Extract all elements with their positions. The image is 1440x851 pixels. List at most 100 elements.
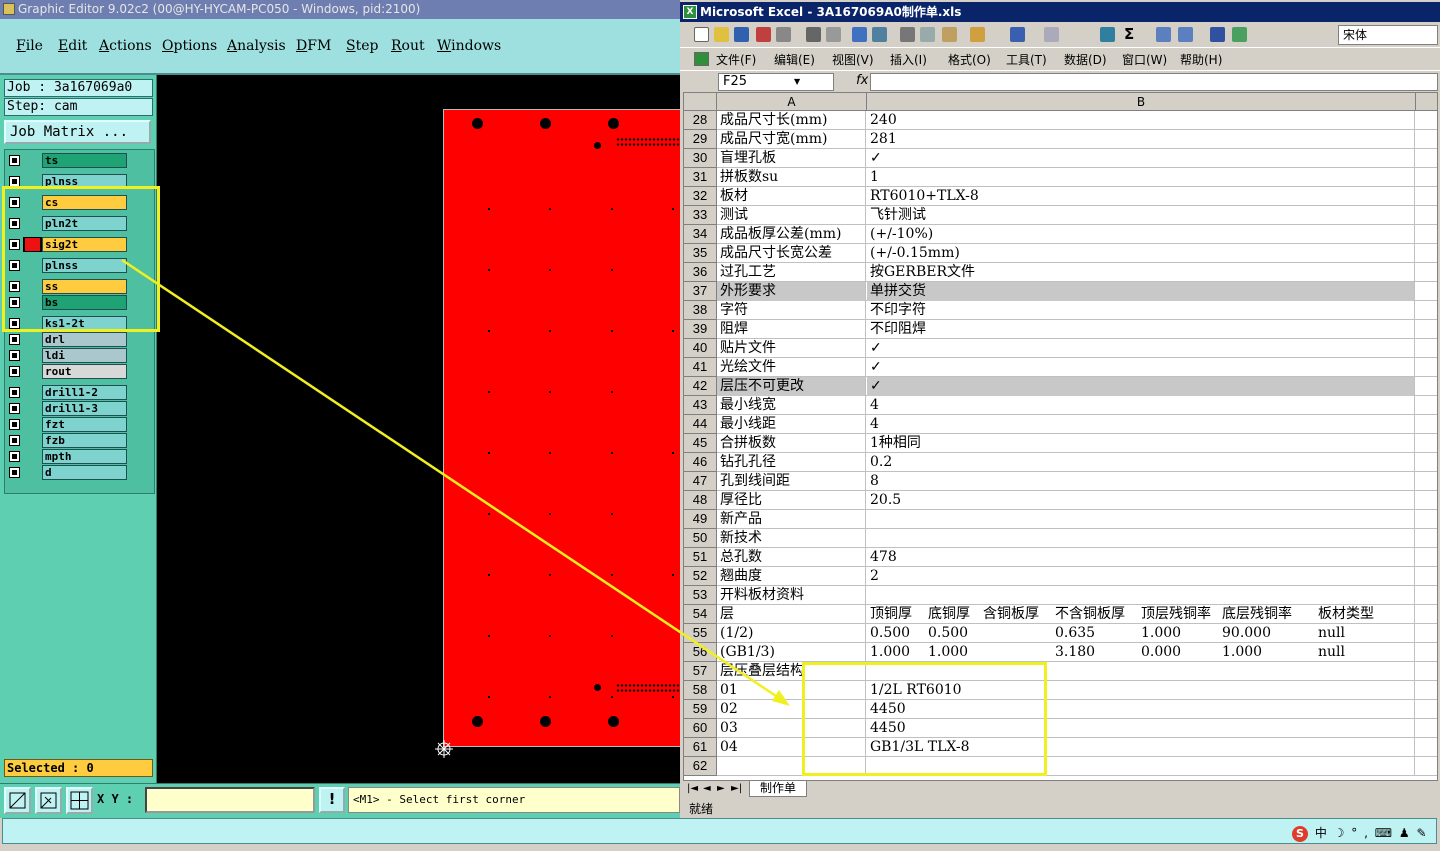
- cell-a[interactable]: 新技术: [717, 529, 866, 548]
- menu-rout[interactable]: Rout: [391, 38, 425, 54]
- row-header[interactable]: 46: [684, 453, 717, 472]
- cell-b[interactable]: 1: [867, 168, 1415, 187]
- cell-b[interactable]: 240: [867, 111, 1415, 130]
- cell-b[interactable]: 按GERBER文件: [867, 263, 1415, 282]
- layer-checkbox[interactable]: [9, 419, 20, 430]
- menu-view-cn[interactable]: 视图(V): [832, 51, 874, 68]
- row-header[interactable]: 31: [684, 168, 717, 187]
- cell-b[interactable]: 4: [867, 396, 1415, 415]
- cell-b[interactable]: (+/-0.15mm): [867, 244, 1415, 263]
- name-box-dropdown-icon[interactable]: ▼: [794, 77, 800, 86]
- row-header[interactable]: 29: [684, 130, 717, 149]
- research-icon[interactable]: [872, 27, 887, 42]
- cell-b[interactable]: 0.2: [867, 453, 1415, 472]
- cell-a[interactable]: 字符: [717, 301, 866, 320]
- drawing-icon[interactable]: [1232, 27, 1247, 42]
- fx-icon[interactable]: fx: [856, 73, 868, 88]
- row-header[interactable]: 28: [684, 111, 717, 130]
- layer-row[interactable]: ts: [7, 153, 127, 168]
- layer-row[interactable]: drill1-2: [7, 385, 127, 400]
- formula-input[interactable]: [870, 73, 1438, 91]
- cell-b[interactable]: ✓: [867, 377, 1415, 396]
- cell-b[interactable]: 不印字符: [867, 301, 1415, 320]
- print-icon[interactable]: [806, 27, 821, 42]
- cell-b[interactable]: 飞针测试: [867, 206, 1415, 225]
- layer-checkbox[interactable]: [9, 451, 20, 462]
- cell-a[interactable]: 过孔工艺: [717, 263, 866, 282]
- menu-data-cn[interactable]: 数据(D): [1064, 51, 1107, 68]
- layer-checkbox[interactable]: [9, 467, 20, 478]
- cell-a[interactable]: 拼板数su: [717, 168, 866, 187]
- row-header[interactable]: 47: [684, 472, 717, 491]
- layer-row[interactable]: fzb: [7, 433, 127, 448]
- worksheet-grid[interactable]: A B 28 成品尺寸长(mm) 240 29 成品尺寸宽(mm) 281 30 盲埋孔板 ✓ 3…: [683, 92, 1438, 781]
- sort-asc-icon[interactable]: [1156, 27, 1171, 42]
- cell-b[interactable]: ✓: [867, 149, 1415, 168]
- layer-name[interactable]: drl: [42, 332, 127, 347]
- layer-name[interactable]: drill1-2: [42, 385, 127, 400]
- cell-a[interactable]: 最小线距: [717, 415, 866, 434]
- row-header[interactable]: 41: [684, 358, 717, 377]
- cell-a[interactable]: 厚径比: [717, 491, 866, 510]
- row-header[interactable]: 33: [684, 206, 717, 225]
- email-icon[interactable]: [776, 27, 791, 42]
- row-header[interactable]: 38: [684, 301, 717, 320]
- cell-a[interactable]: 翘曲度: [717, 567, 866, 586]
- cell-b[interactable]: RT6010+TLX-8: [867, 187, 1415, 206]
- cell-a[interactable]: 新产品: [717, 510, 866, 529]
- zoom-tool-button[interactable]: [4, 787, 31, 814]
- cell-a[interactable]: 阻焊: [717, 320, 866, 339]
- grid-button[interactable]: [66, 787, 93, 814]
- layer-row[interactable]: ldi: [7, 348, 127, 363]
- row-header[interactable]: 62: [684, 757, 717, 776]
- layer-row[interactable]: drill1-3: [7, 401, 127, 416]
- user-icon[interactable]: ♟: [1399, 826, 1410, 840]
- layer-checkbox[interactable]: [9, 350, 20, 361]
- row-header[interactable]: 58: [684, 681, 717, 700]
- sheet-tab-active[interactable]: 制作单: [749, 781, 808, 797]
- ime-chinese[interactable]: 中: [1315, 826, 1327, 840]
- layer-checkbox[interactable]: [9, 334, 20, 345]
- menu-edit[interactable]: Edit: [58, 38, 87, 54]
- ime-moon-icon[interactable]: ☽: [1334, 826, 1345, 840]
- menu-windows[interactable]: Windows: [437, 38, 501, 54]
- first-sheet-icon[interactable]: |◄: [687, 783, 698, 794]
- layer-name[interactable]: ts: [42, 153, 127, 168]
- row-header[interactable]: 44: [684, 415, 717, 434]
- row-header[interactable]: 48: [684, 491, 717, 510]
- row-header[interactable]: 53: [684, 586, 717, 605]
- cell-b[interactable]: 0.500 0.500 0.635 1.000 90.000 null: [867, 624, 1415, 643]
- cell-a[interactable]: 成品尺寸长(mm): [717, 111, 866, 130]
- menu-step[interactable]: Step: [346, 38, 378, 54]
- layer-name[interactable]: fzb: [42, 433, 127, 448]
- spelling-icon[interactable]: [852, 27, 867, 42]
- hyperlink-icon[interactable]: [1100, 27, 1115, 42]
- layer-row[interactable]: drl: [7, 332, 127, 347]
- layer-checkbox[interactable]: [9, 155, 20, 166]
- layer-name[interactable]: ldi: [42, 348, 127, 363]
- cell-a[interactable]: (1/2): [717, 624, 866, 643]
- job-matrix-button[interactable]: Job Matrix ...: [4, 120, 151, 144]
- next-sheet-icon[interactable]: ►: [717, 783, 725, 794]
- row-header[interactable]: 45: [684, 434, 717, 453]
- row-header[interactable]: 54: [684, 605, 717, 624]
- layer-row[interactable]: mpth: [7, 449, 127, 464]
- keyboard-icon[interactable]: ⌨: [1375, 826, 1392, 840]
- cell-b[interactable]: 4: [867, 415, 1415, 434]
- alert-button[interactable]: !: [319, 787, 345, 813]
- cell-a[interactable]: 钻孔孔径: [717, 453, 866, 472]
- layer-checkbox[interactable]: [9, 403, 20, 414]
- row-header[interactable]: 61: [684, 738, 717, 757]
- row-header[interactable]: 51: [684, 548, 717, 567]
- cell-a[interactable]: 测试: [717, 206, 866, 225]
- cell-b[interactable]: 478: [867, 548, 1415, 567]
- menu-insert-cn[interactable]: 插入(I): [890, 51, 927, 68]
- cell-b[interactable]: 顶铜厚 底铜厚 含铜板厚 不含铜板厚 顶层残铜率 底层残铜率 板材类型: [867, 605, 1415, 624]
- open-icon[interactable]: [714, 27, 729, 42]
- cell-b[interactable]: 1.000 1.000 3.180 0.000 1.000 null: [867, 643, 1415, 662]
- menu-file[interactable]: File: [16, 38, 43, 54]
- cell-b[interactable]: 1种相同: [867, 434, 1415, 453]
- cut-icon[interactable]: [900, 27, 915, 42]
- menu-file-cn[interactable]: 文件(F): [716, 51, 756, 68]
- row-header[interactable]: 39: [684, 320, 717, 339]
